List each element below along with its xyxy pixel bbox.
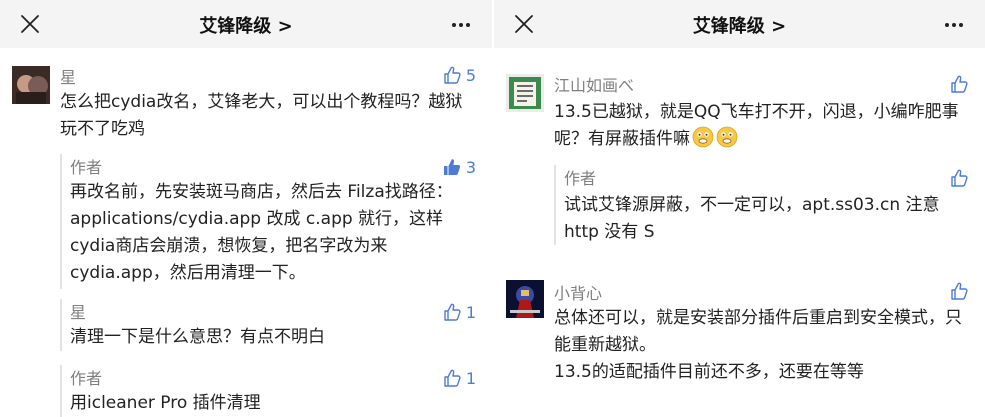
comment-author: 星 [60, 68, 77, 87]
navbar: 艾锋降级 > [494, 0, 985, 48]
like-count: 1 [465, 302, 476, 322]
reply-author: 星 [70, 303, 87, 322]
comment-text-wrap: 13.5已越狱，就是QQ飞车打不开，闪退，小编咋肥事呢？有屏蔽插件嘛 [554, 99, 971, 153]
reply-text: 试试艾锋源屏蔽，不一定可以，apt.ss03.cn 注意 http 没有 S [564, 195, 940, 242]
reply: 星 1 清理一下是什么意思？有点不明白 [60, 299, 492, 351]
like-button[interactable] [949, 74, 969, 94]
reply-text: 用icleaner Pro 插件清理 [70, 393, 261, 413]
like-button[interactable]: 1 [442, 302, 476, 322]
grimace-emoji-icon [716, 126, 738, 148]
more-icon[interactable] [939, 12, 969, 36]
comment-author: 江山如画べ [554, 76, 635, 95]
like-count: 5 [465, 65, 476, 85]
thumbs-up-icon [444, 303, 461, 321]
thumbs-up-icon [444, 66, 461, 84]
avatar[interactable] [12, 66, 50, 104]
thumbs-up-filled-icon [443, 159, 460, 175]
navbar: 艾锋降级 > [0, 0, 492, 48]
close-icon[interactable] [18, 12, 42, 36]
nav-title[interactable]: 艾锋降级 > [199, 16, 292, 37]
reply-author: 作者 [70, 369, 103, 388]
avatar[interactable] [506, 280, 544, 318]
comment-text: 13.5已越狱，就是QQ飞车打不开，闪退，小编咋肥事呢？有屏蔽插件嘛 [554, 102, 959, 149]
reply: 作者 1 用icleaner Pro 插件清理 [60, 365, 492, 417]
reply: 作者 试试艾锋源屏蔽，不一定可以，apt.ss03.cn 注意 http 没有 … [554, 165, 985, 245]
nav-title[interactable]: 艾锋降级 > [693, 16, 786, 37]
thumbs-up-icon [951, 169, 968, 187]
thumbs-up-icon [951, 282, 968, 300]
nav-title-wrap: 艾锋降级 > [0, 12, 492, 38]
like-button[interactable] [949, 168, 969, 188]
like-button[interactable]: 5 [442, 65, 476, 85]
comment-text: 怎么把cydia改名，艾锋老大，可以出个教程吗？越狱玩不了吃鸡 [60, 92, 463, 139]
reply-text: 再改名前，先安装斑马商店，然后去 Filza找路径：applications/c… [70, 182, 453, 283]
grimace-emoji-icon [692, 126, 714, 148]
reply-author: 作者 [70, 158, 103, 177]
reply-text: 清理一下是什么意思？有点不明白 [70, 327, 325, 347]
close-icon[interactable] [512, 12, 536, 36]
comment-author: 小背心 [554, 284, 603, 303]
reply: 作者 3 再改名前，先安装斑马商店，然后去 Filza找路径：applicati… [60, 154, 492, 289]
comment-text: 13.5的适配插件目前还不多，还要在等等 [554, 362, 864, 382]
nav-title-wrap: 艾锋降级 > [494, 12, 985, 38]
reply-author: 作者 [564, 169, 597, 188]
avatar[interactable] [506, 74, 544, 112]
thumbs-up-icon [951, 75, 968, 93]
like-button[interactable] [949, 281, 969, 301]
left-panel: 艾锋降级 > 星 5 怎么把cydia改名，艾锋老大，可以出个教程吗？越狱玩不了… [0, 0, 492, 417]
like-count: 1 [465, 368, 476, 388]
like-count: 3 [465, 157, 476, 177]
thumbs-up-icon [444, 369, 461, 387]
like-button[interactable]: 3 [442, 157, 476, 177]
comment-text: 总体还可以，就是安装部分插件后重启到安全模式，只能重新越狱。 [554, 308, 962, 355]
right-panel: 艾锋降级 > 江山如画べ 13.5已越狱，就是QQ飞车打不开，闪退，小编咋肥事呢… [494, 0, 985, 417]
like-button[interactable]: 1 [442, 368, 476, 388]
more-icon[interactable] [446, 12, 476, 36]
